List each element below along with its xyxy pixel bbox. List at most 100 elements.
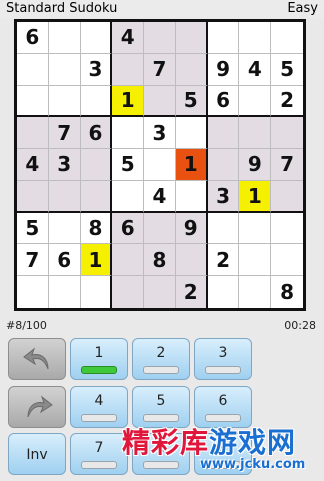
sudoku-cell[interactable] xyxy=(144,22,176,54)
sudoku-cell[interactable]: 7 xyxy=(17,244,49,277)
sudoku-cell[interactable] xyxy=(271,213,303,245)
sudoku-cell[interactable]: 4 xyxy=(144,180,176,213)
sudoku-cell[interactable]: 5 xyxy=(175,85,208,118)
sudoku-cell[interactable]: 8 xyxy=(144,244,176,277)
number-button-label: 3 xyxy=(218,345,228,361)
sudoku-cell[interactable] xyxy=(239,244,272,277)
sudoku-cell[interactable] xyxy=(17,180,49,213)
undo-button[interactable] xyxy=(8,338,66,380)
redo-button[interactable] xyxy=(8,386,66,428)
sudoku-cell[interactable] xyxy=(175,244,208,277)
timer: 00:28 xyxy=(284,319,316,332)
sudoku-cell[interactable]: 6 xyxy=(207,85,240,118)
sudoku-cell[interactable] xyxy=(48,22,81,54)
sudoku-cell[interactable] xyxy=(175,22,208,54)
sudoku-cell[interactable]: 2 xyxy=(271,86,303,118)
sudoku-cell[interactable] xyxy=(239,22,272,54)
sudoku-cell[interactable] xyxy=(80,85,113,118)
watermark-red-text: 精彩库 xyxy=(122,426,210,459)
number-button-label: 6 xyxy=(218,393,228,409)
sudoku-cell[interactable] xyxy=(80,180,113,213)
number-button-3[interactable]: 3 xyxy=(194,338,252,380)
sudoku-cell[interactable]: 1 xyxy=(175,149,208,181)
sudoku-cell[interactable]: 2 xyxy=(207,244,240,277)
sudoku-cell[interactable]: 9 xyxy=(239,149,272,181)
sudoku-cell[interactable] xyxy=(207,22,240,54)
sudoku-cell[interactable]: 5 xyxy=(271,54,303,86)
sudoku-cell[interactable]: 7 xyxy=(48,117,81,150)
sudoku-cell[interactable]: 8 xyxy=(80,212,113,245)
sudoku-cell[interactable]: 6 xyxy=(112,212,145,245)
sudoku-cell[interactable]: 6 xyxy=(48,244,81,277)
inv-button[interactable]: Inv xyxy=(8,433,66,475)
sudoku-cell[interactable]: 4 xyxy=(17,149,49,181)
sudoku-cell[interactable] xyxy=(48,212,81,245)
sudoku-cell[interactable]: 1 xyxy=(112,85,145,118)
count-indicator xyxy=(205,366,241,374)
sudoku-cell[interactable] xyxy=(112,117,145,150)
count-indicator xyxy=(81,461,117,469)
sudoku-cell[interactable]: 2 xyxy=(175,276,208,308)
sudoku-cell[interactable]: 4 xyxy=(239,53,272,86)
sudoku-cell[interactable] xyxy=(207,212,240,245)
sudoku-cell[interactable]: 6 xyxy=(17,22,49,54)
sudoku-cell[interactable] xyxy=(239,117,272,150)
sudoku-cell[interactable] xyxy=(144,276,176,308)
redo-arrow-icon xyxy=(27,395,53,418)
sudoku-cell[interactable] xyxy=(17,117,49,150)
sudoku-cell[interactable]: 5 xyxy=(17,212,49,245)
sudoku-cell[interactable] xyxy=(48,180,81,213)
sudoku-cell[interactable]: 7 xyxy=(144,53,176,86)
number-button-4[interactable]: 4 xyxy=(70,386,128,428)
sudoku-cell[interactable] xyxy=(271,22,303,54)
sudoku-cell[interactable]: 9 xyxy=(207,53,240,86)
number-button-7[interactable]: 7 xyxy=(70,433,128,475)
sudoku-cell[interactable] xyxy=(112,244,145,277)
sudoku-cell[interactable] xyxy=(112,53,145,86)
sudoku-cell[interactable] xyxy=(144,212,176,245)
sudoku-cell[interactable]: 5 xyxy=(112,149,145,181)
sudoku-cell[interactable] xyxy=(239,85,272,118)
sudoku-cell[interactable] xyxy=(271,117,303,150)
sudoku-cell[interactable] xyxy=(17,53,49,86)
number-button-label: 5 xyxy=(156,393,166,409)
sudoku-cell[interactable] xyxy=(81,276,113,308)
sudoku-cell[interactable] xyxy=(17,276,49,308)
watermark-logo-text: 精彩库游戏网 xyxy=(122,421,296,461)
sudoku-cell[interactable] xyxy=(271,244,303,277)
sudoku-cell[interactable] xyxy=(207,117,240,150)
sudoku-cell[interactable]: 3 xyxy=(80,53,113,86)
number-button-1[interactable]: 1 xyxy=(70,338,128,380)
sudoku-cell[interactable] xyxy=(175,180,208,213)
sudoku-cell[interactable] xyxy=(144,85,176,118)
sudoku-cell[interactable] xyxy=(48,85,81,118)
sudoku-cell[interactable] xyxy=(271,180,303,213)
difficulty-label: Easy xyxy=(287,1,318,16)
sudoku-cell[interactable]: 8 xyxy=(271,276,303,308)
sudoku-cell[interactable] xyxy=(112,276,145,308)
number-button-2[interactable]: 2 xyxy=(132,338,190,380)
sudoku-cell[interactable]: 1 xyxy=(80,244,113,277)
sudoku-cell[interactable]: 4 xyxy=(112,22,145,54)
sudoku-cell[interactable] xyxy=(80,149,113,181)
sudoku-cell[interactable] xyxy=(48,53,81,86)
sudoku-cell[interactable] xyxy=(144,149,176,181)
sudoku-cell[interactable] xyxy=(207,149,240,181)
sudoku-cell[interactable] xyxy=(112,180,145,213)
sudoku-cell[interactable]: 7 xyxy=(271,149,303,181)
number-button-label: 7 xyxy=(94,440,104,456)
sudoku-cell[interactable] xyxy=(175,53,208,86)
sudoku-cell[interactable] xyxy=(175,117,208,150)
sudoku-cell[interactable]: 6 xyxy=(80,117,113,150)
sudoku-cell[interactable]: 3 xyxy=(144,117,176,150)
sudoku-cell[interactable] xyxy=(17,85,49,118)
sudoku-cell[interactable] xyxy=(208,276,240,308)
sudoku-cell[interactable] xyxy=(80,22,113,54)
sudoku-cell[interactable]: 3 xyxy=(207,180,240,213)
sudoku-cell[interactable] xyxy=(239,212,272,245)
sudoku-cell[interactable]: 3 xyxy=(48,149,81,181)
sudoku-cell[interactable] xyxy=(239,276,272,308)
sudoku-cell[interactable]: 1 xyxy=(239,180,272,213)
sudoku-cell[interactable]: 9 xyxy=(175,212,208,245)
sudoku-cell[interactable] xyxy=(49,276,81,308)
